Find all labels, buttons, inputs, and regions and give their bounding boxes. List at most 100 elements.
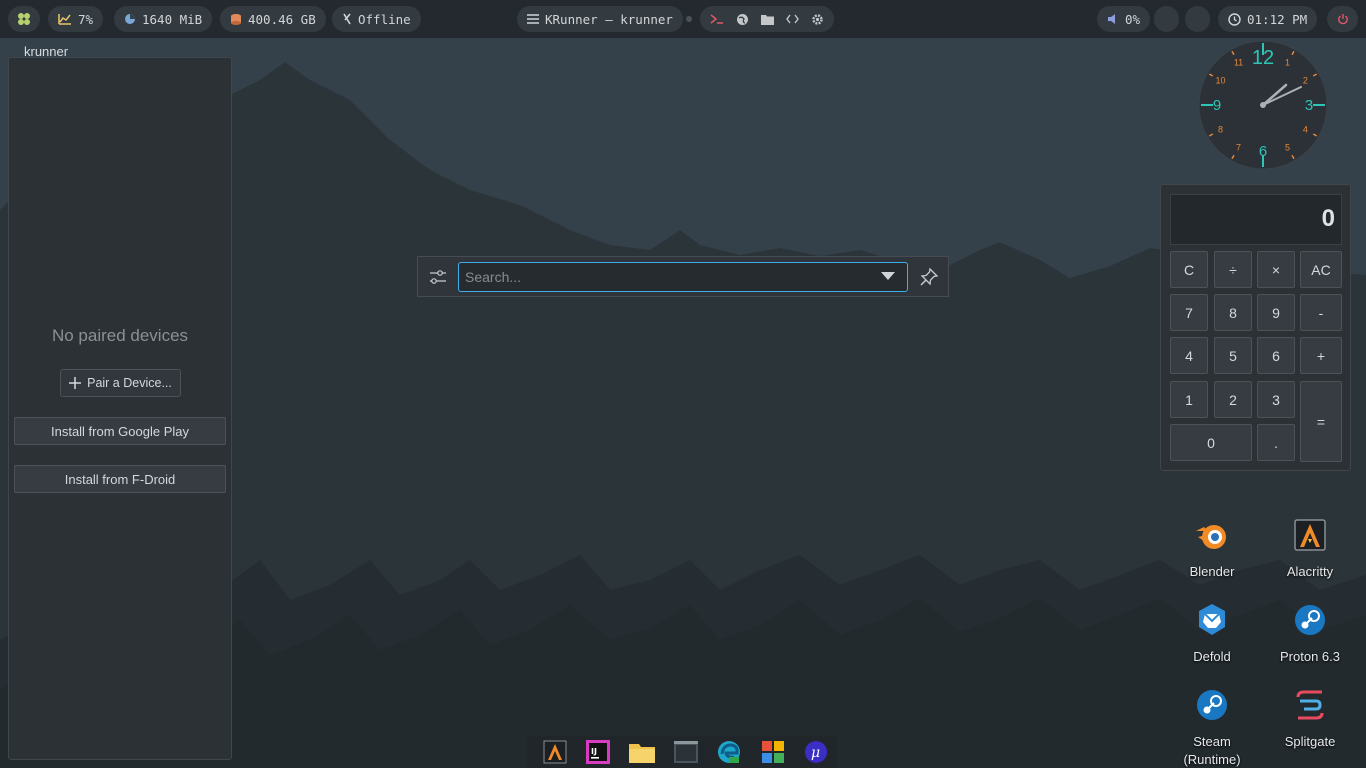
- svg-text:IJ: IJ: [591, 747, 597, 756]
- disk-value: 400.46 GB: [248, 11, 316, 27]
- dock-app-intellij[interactable]: IJ: [577, 736, 621, 768]
- mu-icon: μ: [805, 741, 828, 763]
- clock-number: 7: [1236, 142, 1241, 152]
- dock-app-alacritty[interactable]: [533, 736, 577, 768]
- svg-text:μ: μ: [811, 745, 820, 761]
- calc-key-0[interactable]: 0: [1170, 424, 1252, 461]
- calculator-widget: 0 C ÷ × AC 7 8 9 - 4 5 6 + 1 2 3 = 0 .: [1160, 184, 1351, 471]
- store-icon: [761, 741, 784, 763]
- analog-clock: 12 1234567891011: [1198, 40, 1328, 170]
- volume-icon: [1108, 14, 1115, 24]
- kdeconnect-panel: No paired devices Pair a Device... Insta…: [8, 57, 232, 760]
- clock-number: 5: [1285, 142, 1290, 152]
- quick-launch-group: [700, 6, 834, 32]
- desktop-icon-alacritty[interactable]: Alacritty: [1265, 517, 1355, 581]
- calc-key-4[interactable]: 4: [1170, 337, 1208, 374]
- clock-number: 9: [1213, 97, 1221, 114]
- calc-key-equals[interactable]: =: [1300, 381, 1342, 462]
- defold-icon: [1199, 604, 1225, 635]
- calc-key-all-clear[interactable]: AC: [1300, 251, 1342, 288]
- volume-control[interactable]: 0%: [1097, 6, 1151, 32]
- desktop-icon-label: Blender: [1189, 564, 1235, 579]
- cpu-monitor[interactable]: 7%: [48, 6, 104, 32]
- plus-icon: [69, 377, 82, 389]
- calc-key-5[interactable]: 5: [1214, 337, 1252, 374]
- desktop-icon-label: Defold: [1193, 649, 1231, 664]
- calc-key-divide[interactable]: ÷: [1214, 251, 1252, 288]
- folder-icon[interactable]: [761, 14, 774, 25]
- network-offline-icon: [343, 13, 351, 25]
- clock-number: 12: [1252, 47, 1274, 69]
- clock-number: 4: [1303, 125, 1308, 135]
- calc-key-3[interactable]: 3: [1257, 381, 1295, 418]
- network-status[interactable]: Offline: [332, 6, 421, 32]
- dock-app-store[interactable]: [751, 736, 795, 768]
- browser-globe-icon[interactable]: [736, 13, 749, 26]
- power-button[interactable]: [1327, 6, 1358, 32]
- desktop-icon-label: Splitgate: [1284, 734, 1336, 749]
- desktop-icon-defold[interactable]: Defold: [1167, 602, 1257, 666]
- calc-key-1[interactable]: 1: [1170, 381, 1208, 418]
- launcher-icon: [18, 13, 30, 25]
- calc-key-clear[interactable]: C: [1170, 251, 1208, 288]
- dock-app-files[interactable]: [620, 736, 664, 768]
- install-fdroid-button[interactable]: Install from F-Droid: [14, 465, 226, 493]
- app-launcher-button[interactable]: [8, 6, 40, 32]
- history-dropdown-icon[interactable]: [881, 271, 895, 281]
- settings-gear-icon[interactable]: [811, 13, 824, 26]
- code-editor-icon[interactable]: [786, 14, 799, 24]
- window-title-text: KRunner — krunner: [545, 11, 673, 27]
- clock-number: 1: [1285, 58, 1290, 68]
- top-panel: 7% 1640 MiB 400.46 GB Offline KRunner — …: [0, 0, 1366, 38]
- desktop-icon-steam-runtime[interactable]: Steam (Runtime): [1167, 687, 1257, 768]
- desktop-icon-label: Alacritty: [1286, 564, 1334, 579]
- pin-icon[interactable]: [919, 267, 939, 287]
- install-google-play-button[interactable]: Install from Google Play: [14, 417, 226, 445]
- dock-app-mu[interactable]: μ: [794, 736, 838, 768]
- calc-key-2[interactable]: 2: [1214, 381, 1252, 418]
- clock-icon: [1228, 12, 1241, 26]
- desktop-icon-label: Proton 6.3: [1280, 649, 1340, 664]
- memory-monitor[interactable]: 1640 MiB: [114, 6, 213, 32]
- calc-key-minus[interactable]: -: [1300, 294, 1342, 331]
- pair-device-button[interactable]: Pair a Device...: [60, 369, 181, 397]
- taskbar-dock: IJ μ: [527, 736, 838, 768]
- calc-key-plus[interactable]: +: [1300, 337, 1342, 374]
- calculator-display: 0: [1170, 194, 1342, 245]
- calc-key-7[interactable]: 7: [1170, 294, 1208, 331]
- folder-icon: [628, 744, 655, 763]
- desktop-icon-label: Steam (Runtime): [1183, 734, 1241, 767]
- blender-icon: [1196, 525, 1226, 549]
- disk-monitor[interactable]: 400.46 GB: [220, 6, 326, 32]
- active-window-title[interactable]: KRunner — krunner: [517, 6, 683, 32]
- time-value: 01:12 PM: [1247, 11, 1308, 27]
- tray-slot-1[interactable]: [1154, 6, 1179, 32]
- clock-widget[interactable]: 01:12 PM: [1218, 6, 1318, 32]
- desktop-icon-proton[interactable]: Proton 6.3: [1265, 602, 1355, 666]
- calc-key-multiply[interactable]: ×: [1257, 251, 1295, 288]
- clock-number: 2: [1303, 76, 1308, 86]
- clock-number: 10: [1216, 76, 1226, 86]
- configure-sliders-icon[interactable]: [428, 267, 448, 287]
- calc-key-9[interactable]: 9: [1257, 294, 1295, 331]
- desktop-icon-blender[interactable]: Blender: [1167, 517, 1257, 581]
- pair-device-label: Pair a Device...: [87, 376, 172, 390]
- edge-dev-icon: [718, 741, 741, 763]
- volume-value: 0%: [1125, 11, 1141, 27]
- calc-key-6[interactable]: 6: [1257, 337, 1295, 374]
- terminal-icon[interactable]: [710, 13, 724, 25]
- no-devices-message: No paired devices: [51, 326, 189, 345]
- tray-slot-2[interactable]: [1185, 6, 1210, 32]
- dock-app-terminal[interactable]: [664, 736, 708, 768]
- clock-number: 6: [1259, 143, 1267, 160]
- disk-icon: [231, 13, 241, 25]
- dock-app-edge-dev[interactable]: [707, 736, 751, 768]
- search-input[interactable]: [458, 262, 908, 292]
- menu-icon: [527, 14, 539, 24]
- cpu-graph-icon: [58, 14, 71, 25]
- calc-key-decimal[interactable]: .: [1257, 424, 1295, 461]
- calc-key-8[interactable]: 8: [1214, 294, 1252, 331]
- desktop-icon-splitgate[interactable]: Splitgate: [1265, 687, 1355, 751]
- memory-icon: [125, 14, 135, 24]
- memory-value: 1640 MiB: [142, 11, 203, 27]
